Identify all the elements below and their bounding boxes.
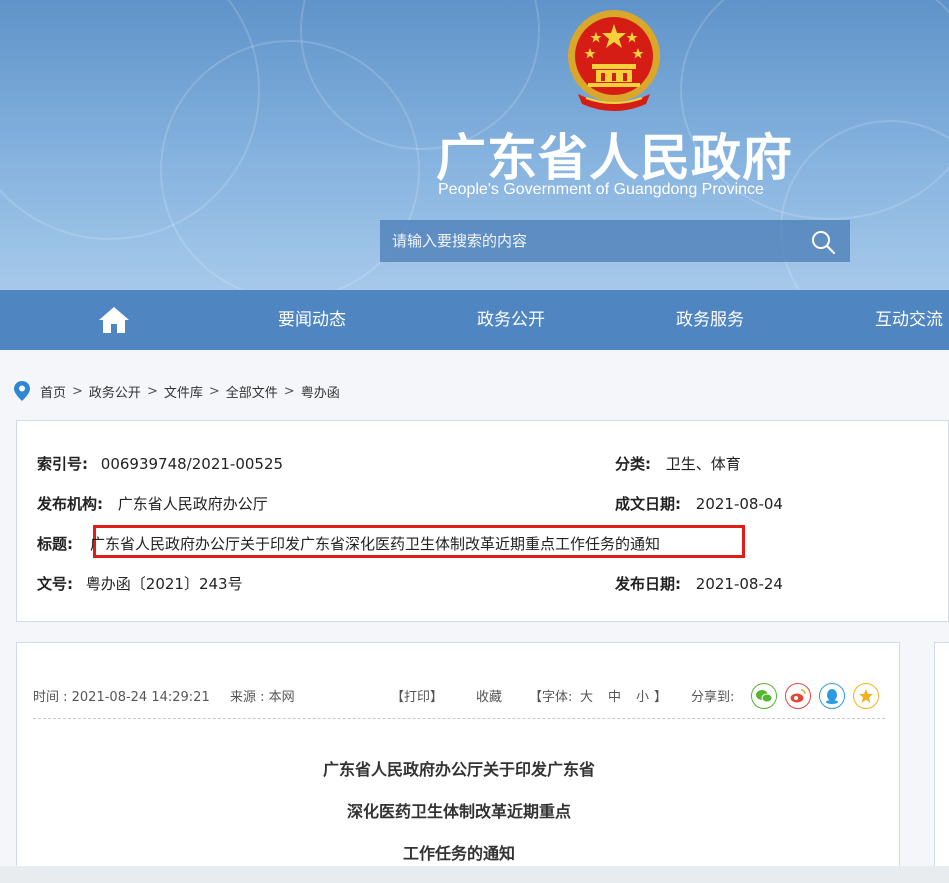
article-title-line-2: 深化医药卫生体制改革近期重点 xyxy=(346,802,571,821)
breadcrumb-gov-affairs[interactable]: 政务公开 xyxy=(89,382,141,401)
meta-publisher-value: 广东省人民政府办公厅 xyxy=(117,495,268,513)
home-icon[interactable] xyxy=(98,305,130,335)
font-large-button[interactable]: 大 xyxy=(580,686,593,705)
nav-item-interaction[interactable]: 互动交流 xyxy=(875,290,943,350)
location-pin-icon xyxy=(14,381,30,401)
article-title-line-3: 工作任务的通知 xyxy=(402,844,515,863)
meta-created-value: 2021-08-04 xyxy=(695,495,783,513)
favorite-button[interactable]: 收藏 xyxy=(476,686,502,705)
meta-docno-value: 粤办函〔2021〕243号 xyxy=(85,575,243,593)
meta-published-value: 2021-08-24 xyxy=(695,575,783,593)
font-size-bracket: 】 xyxy=(654,690,668,705)
breadcrumb-separator: > xyxy=(208,383,220,399)
meta-published-label: 发布日期: xyxy=(615,575,681,593)
nav-item-gov-services[interactable]: 政务服务 xyxy=(676,290,744,350)
qzone-icon[interactable] xyxy=(853,683,879,709)
meta-title: 标题: xyxy=(37,533,73,554)
meta-category-value: 卫生、体育 xyxy=(665,455,741,473)
site-subtitle: People's Government of Guangdong Provinc… xyxy=(438,181,764,198)
nav-item-news[interactable]: 要闻动态 xyxy=(278,290,346,350)
meta-title-value: 广东省人民政府办公厅关于印发广东省深化医药卫生体制改革近期重点工作任务的通知 xyxy=(90,535,661,553)
meta-created-label: 成文日期: xyxy=(615,495,681,513)
breadcrumb-separator: > xyxy=(72,383,83,399)
breadcrumb-home[interactable]: 首页 xyxy=(40,382,66,401)
document-meta-card: 索引号: 006939748/2021-00525 分类: 卫生、体育 发布机构… xyxy=(16,420,949,622)
meta-publisher: 发布机构: 广东省人民政府办公厅 xyxy=(37,493,268,514)
horizontal-scrollbar[interactable] xyxy=(0,866,949,883)
search-icon[interactable] xyxy=(810,229,836,255)
meta-published: 发布日期: 2021-08-24 xyxy=(615,573,783,594)
search-box xyxy=(380,220,850,262)
article-title-line-1: 广东省人民政府办公厅关于印发广东省 xyxy=(322,760,595,779)
breadcrumb-library[interactable]: 文件库 xyxy=(164,382,203,401)
article-card: 时间 : 2021-08-24 14:29:21 来源 : 本网 【打印】 收藏… xyxy=(16,642,900,883)
meta-docno-label: 文号: xyxy=(37,575,73,593)
meta-publisher-label: 发布机构: xyxy=(37,495,103,513)
article-source: 来源 : 本网 xyxy=(230,690,295,705)
font-medium-button[interactable]: 中 xyxy=(608,686,621,705)
meta-index: 索引号: 006939748/2021-00525 xyxy=(37,453,283,474)
print-button[interactable]: 【打印】 xyxy=(391,686,443,705)
main-nav: 要闻动态 政务公开 政务服务 互动交流 xyxy=(0,290,949,350)
meta-docno: 文号: 粤办函〔2021〕243号 xyxy=(37,573,243,594)
header-banner: 广东省人民政府 People's Government of Guangdong… xyxy=(0,0,949,290)
wechat-icon[interactable] xyxy=(751,683,777,709)
site-title: 广东省人民政府 xyxy=(436,129,793,187)
search-input[interactable] xyxy=(392,220,802,262)
breadcrumb-all-files[interactable]: 全部文件 xyxy=(226,382,278,401)
breadcrumb-current[interactable]: 粤办函 xyxy=(301,382,340,401)
font-size-label: 【字体: xyxy=(529,690,573,705)
national-emblem xyxy=(568,10,660,111)
qq-icon[interactable] xyxy=(819,683,845,709)
font-small-button[interactable]: 小 xyxy=(636,686,649,705)
toolbar-divider xyxy=(33,718,885,719)
share-label: 分享到: xyxy=(691,690,735,705)
breadcrumb-separator: > xyxy=(283,383,295,399)
weibo-icon[interactable] xyxy=(785,683,811,709)
breadcrumb: 首页 > 政务公开 > 文件库 > 全部文件 > 粤办函 xyxy=(14,380,340,402)
sidebar-panel-edge xyxy=(934,642,949,883)
meta-index-label: 索引号: xyxy=(37,455,88,473)
breadcrumb-separator: > xyxy=(146,383,158,399)
meta-title-label: 标题: xyxy=(37,535,73,553)
meta-category-label: 分类: xyxy=(615,455,651,473)
meta-category: 分类: 卫生、体育 xyxy=(615,453,741,474)
meta-created: 成文日期: 2021-08-04 xyxy=(615,493,783,514)
nav-item-gov-affairs[interactable]: 政务公开 xyxy=(477,290,545,350)
article-toolbar: 时间 : 2021-08-24 14:29:21 来源 : 本网 【打印】 收藏… xyxy=(33,683,885,709)
article-time: 时间 : 2021-08-24 14:29:21 xyxy=(33,690,210,705)
meta-index-value: 006939748/2021-00525 xyxy=(100,455,284,473)
